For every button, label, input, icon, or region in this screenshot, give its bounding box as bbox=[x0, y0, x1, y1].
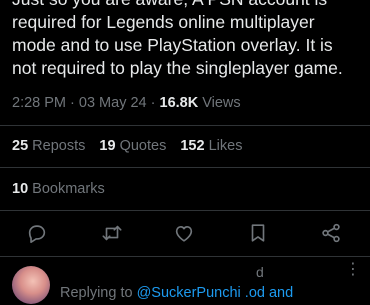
repost-icon bbox=[102, 225, 122, 241]
tweet-meta: 2:28 PM · 03 May 24 · 16.8K Views bbox=[12, 95, 241, 111]
reply-author-name[interactable]: d bbox=[256, 264, 264, 280]
reposts-count: 25 bbox=[12, 138, 29, 154]
reposts-label: Reposts bbox=[32, 138, 86, 154]
tweet-text-line: mode and to use PlayStation overlay. It … bbox=[12, 35, 333, 55]
likes-count: 152 bbox=[180, 138, 205, 154]
share-button[interactable] bbox=[320, 222, 344, 246]
action-bar bbox=[0, 218, 370, 250]
bookmarks-label: Bookmarks bbox=[32, 181, 105, 197]
replying-to: Replying to @SuckerPunchi .od and bbox=[60, 285, 293, 301]
bookmark-button[interactable] bbox=[247, 222, 271, 246]
tweet-text-line: not required to play the singleplayer ga… bbox=[12, 58, 343, 78]
avatar[interactable] bbox=[12, 266, 50, 304]
likes-label: Likes bbox=[208, 138, 243, 154]
share-icon bbox=[322, 223, 340, 243]
reposts-stat[interactable]: 25 Reposts bbox=[12, 138, 85, 154]
likes-stat[interactable]: 152 Likes bbox=[180, 138, 242, 154]
divider bbox=[0, 210, 370, 211]
tweet-text-line: required for Legends online multiplayer bbox=[12, 12, 315, 32]
quotes-label: Quotes bbox=[119, 138, 167, 154]
meta-separator: · bbox=[146, 95, 160, 111]
tweet-time[interactable]: 2:28 PM bbox=[12, 95, 66, 111]
mention-link[interactable]: @SuckerPunchi bbox=[137, 285, 241, 301]
more-options-icon[interactable]: ⋮ bbox=[345, 262, 361, 278]
divider bbox=[0, 167, 370, 168]
quotes-count: 19 bbox=[99, 138, 116, 154]
tweet-stats: 25 Reposts 19 Quotes 152 Likes bbox=[12, 138, 252, 154]
divider bbox=[0, 256, 370, 257]
bookmarks-count: 10 bbox=[12, 181, 29, 197]
meta-separator: · bbox=[66, 95, 79, 111]
repost-button[interactable] bbox=[101, 222, 125, 246]
like-button[interactable] bbox=[173, 222, 197, 246]
reply-button[interactable] bbox=[26, 222, 50, 246]
divider bbox=[0, 125, 370, 126]
mention-link[interactable]: .od and bbox=[241, 285, 293, 301]
bookmarks-stat[interactable]: 10 Bookmarks bbox=[12, 181, 105, 197]
tweet-date[interactable]: 03 May 24 bbox=[79, 95, 147, 111]
replying-prefix: Replying to bbox=[60, 285, 137, 301]
heart-icon bbox=[175, 226, 193, 242]
views-label: Views bbox=[198, 95, 241, 111]
views-count: 16.8K bbox=[159, 95, 199, 111]
tweet-text-line: Just so you are aware, A PSN account is bbox=[12, 0, 362, 11]
bookmark-icon bbox=[251, 224, 265, 242]
quotes-stat[interactable]: 19 Quotes bbox=[99, 138, 166, 154]
tweet-text: Just so you are aware, A PSN account is … bbox=[12, 0, 362, 80]
reply-icon bbox=[28, 225, 46, 243]
